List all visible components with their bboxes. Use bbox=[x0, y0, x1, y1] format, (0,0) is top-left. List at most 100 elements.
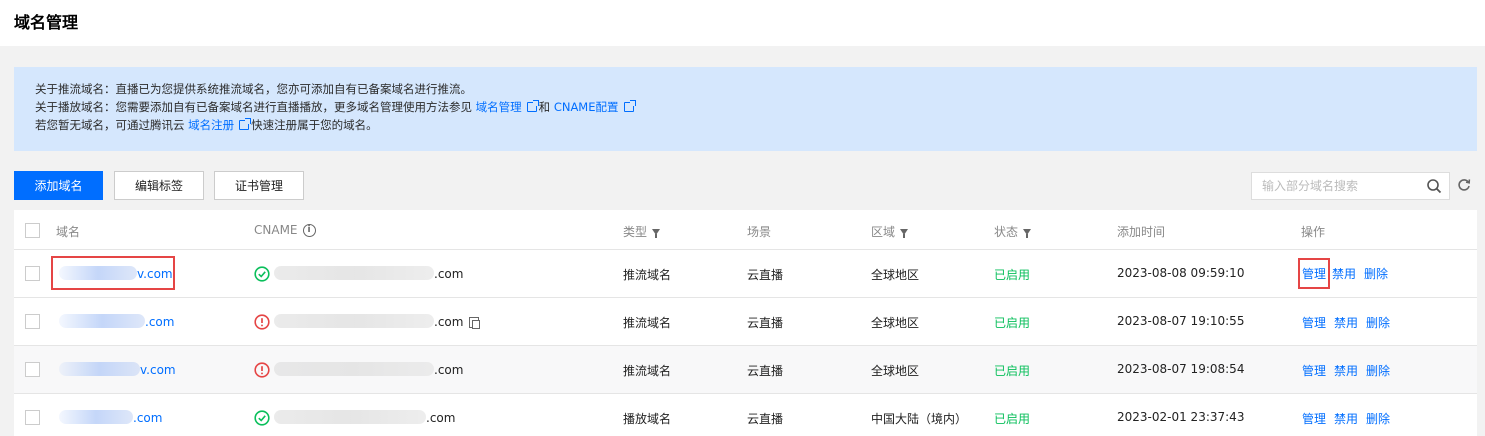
domain-manage-doc-link[interactable]: 域名管理 bbox=[476, 100, 522, 114]
edit-tags-button[interactable]: 编辑标签 bbox=[114, 171, 204, 200]
actions-cell: 管理 禁用 删除 bbox=[1302, 314, 1398, 331]
delete-link[interactable]: 删除 bbox=[1364, 267, 1388, 281]
type-cell: 播放域名 bbox=[623, 412, 672, 426]
delete-link[interactable]: 删除 bbox=[1366, 316, 1390, 330]
warning-circle-icon bbox=[254, 362, 270, 378]
header-label: CNAME bbox=[254, 223, 298, 237]
type-cell: 推流域名 bbox=[623, 364, 672, 378]
cname-config-doc-link[interactable]: CNAME配置 bbox=[554, 100, 619, 114]
check-circle-icon bbox=[254, 410, 270, 426]
cname-cell: .com bbox=[274, 410, 455, 425]
cname-value: .com bbox=[434, 363, 464, 377]
table-row: v.com .com 推流域名 云直播 全球地区 已启用 2023-08-08 … bbox=[14, 250, 1477, 298]
info-line-play: 关于播放域名：您需要添加自有已备案域名进行直播播放，更多域名管理使用方法参见 域… bbox=[35, 98, 1477, 116]
page-header: 域名管理 bbox=[0, 0, 1485, 46]
redacted-text bbox=[274, 410, 426, 424]
redacted-text bbox=[274, 314, 434, 328]
manage-link[interactable]: 管理 bbox=[1302, 364, 1326, 378]
select-all-checkbox[interactable] bbox=[25, 223, 40, 238]
info-text: 快速注册属于您的域名。 bbox=[251, 118, 378, 132]
table-header: 域名 CNAME i 类型 场景 区域 状态 添加时间 操作 bbox=[14, 210, 1477, 250]
header-label: 状态 bbox=[994, 225, 1019, 239]
search-icon[interactable] bbox=[1426, 178, 1442, 194]
added-time-cell: 2023-08-08 09:59:10 bbox=[1117, 266, 1245, 280]
region-cell: 全球地区 bbox=[871, 364, 920, 378]
col-added: 添加时间 bbox=[1117, 223, 1165, 240]
search-input[interactable] bbox=[1252, 173, 1417, 199]
disable-link[interactable]: 禁用 bbox=[1332, 267, 1356, 281]
row-checkbox[interactable] bbox=[25, 266, 40, 281]
col-cname: CNAME i bbox=[254, 223, 316, 237]
cname-value: .com bbox=[426, 411, 456, 425]
added-time-cell: 2023-08-07 19:10:55 bbox=[1117, 314, 1245, 328]
domain-cell[interactable]: .com bbox=[59, 410, 162, 425]
table-row: .com .com 播放域名 云直播 中国大陆（境内） 已启用 2023-02-… bbox=[14, 394, 1477, 436]
disable-link[interactable]: 禁用 bbox=[1334, 316, 1358, 330]
status-badge: 已启用 bbox=[994, 364, 1031, 378]
col-domain: 域名 bbox=[56, 223, 80, 240]
domain-link[interactable]: .com bbox=[145, 315, 174, 329]
redacted-text bbox=[59, 362, 140, 376]
info-text: 和 bbox=[538, 100, 551, 114]
delete-link[interactable]: 删除 bbox=[1366, 412, 1390, 426]
filter-icon[interactable] bbox=[900, 228, 909, 238]
domain-cell[interactable]: .com bbox=[59, 314, 174, 329]
col-status: 状态 bbox=[994, 223, 1032, 240]
domain-table: 域名 CNAME i 类型 场景 区域 状态 添加时间 操作 v.com .com… bbox=[14, 210, 1477, 436]
cname-cell: .com bbox=[274, 362, 463, 377]
filter-icon[interactable] bbox=[1023, 228, 1032, 238]
col-actions: 操作 bbox=[1301, 223, 1325, 240]
region-cell: 全球地区 bbox=[871, 316, 920, 330]
scene-cell: 云直播 bbox=[747, 268, 784, 282]
domain-link[interactable]: v.com bbox=[140, 363, 176, 377]
scene-cell: 云直播 bbox=[747, 412, 784, 426]
page-title: 域名管理 bbox=[14, 13, 79, 32]
external-link-icon bbox=[623, 100, 636, 112]
manage-link[interactable]: 管理 bbox=[1302, 412, 1326, 426]
search-box bbox=[1251, 172, 1450, 200]
warning-circle-icon bbox=[254, 314, 270, 330]
domain-link[interactable]: v.com bbox=[137, 267, 173, 281]
cert-manage-button[interactable]: 证书管理 bbox=[214, 171, 304, 200]
disable-link[interactable]: 禁用 bbox=[1334, 364, 1358, 378]
header-label: 区域 bbox=[871, 225, 896, 239]
copy-icon[interactable] bbox=[469, 317, 481, 329]
info-line-push: 关于推流域名：直播已为您提供系统推流域名，您亦可添加自有已备案域名进行推流。 bbox=[35, 80, 1477, 98]
manage-link[interactable]: 管理 bbox=[1297, 258, 1331, 289]
added-time-cell: 2023-02-01 23:37:43 bbox=[1117, 410, 1245, 424]
delete-link[interactable]: 删除 bbox=[1366, 364, 1390, 378]
redacted-text bbox=[59, 314, 145, 328]
header-label: 域名 bbox=[56, 225, 81, 239]
col-region: 区域 bbox=[871, 223, 909, 240]
cname-value: .com bbox=[434, 315, 464, 329]
disable-link[interactable]: 禁用 bbox=[1334, 412, 1358, 426]
actions-cell: 管理 禁用 删除 bbox=[1302, 362, 1398, 379]
cname-cell: .com bbox=[274, 314, 481, 329]
type-cell: 推流域名 bbox=[623, 316, 672, 330]
header-label: 类型 bbox=[623, 225, 648, 239]
info-text: 关于播放域名：您需要添加自有已备案域名进行直播播放，更多域名管理使用方法参见 bbox=[35, 100, 472, 114]
add-domain-button[interactable]: 添加域名 bbox=[14, 171, 103, 200]
filter-icon[interactable] bbox=[652, 228, 661, 238]
cname-value: .com bbox=[434, 267, 464, 281]
info-icon[interactable]: i bbox=[302, 223, 316, 237]
table-row: v.com .com 推流域名 云直播 全球地区 已启用 2023-08-07 … bbox=[14, 346, 1477, 394]
external-link-icon bbox=[239, 118, 252, 130]
col-type: 类型 bbox=[623, 223, 661, 240]
status-badge: 已启用 bbox=[994, 268, 1031, 282]
actions-cell: 管理 禁用 删除 bbox=[1302, 410, 1398, 427]
domain-cell[interactable]: v.com bbox=[59, 362, 176, 377]
region-cell: 中国大陆（境内） bbox=[871, 412, 968, 426]
domain-register-link[interactable]: 域名注册 bbox=[188, 118, 234, 132]
info-text: 关于推流域名：直播已为您提供系统推流域名，您亦可添加自有已备案域名进行推流。 bbox=[35, 82, 472, 96]
domain-link[interactable]: .com bbox=[133, 411, 162, 425]
row-checkbox[interactable] bbox=[25, 314, 40, 329]
refresh-icon[interactable] bbox=[1457, 178, 1471, 192]
redacted-text bbox=[59, 410, 133, 424]
manage-link[interactable]: 管理 bbox=[1302, 316, 1326, 330]
redacted-text bbox=[274, 266, 434, 280]
row-checkbox[interactable] bbox=[25, 362, 40, 377]
info-notice: 关于推流域名：直播已为您提供系统推流域名，您亦可添加自有已备案域名进行推流。 关… bbox=[14, 67, 1477, 151]
row-checkbox[interactable] bbox=[25, 410, 40, 425]
domain-cell[interactable]: v.com bbox=[51, 256, 175, 290]
